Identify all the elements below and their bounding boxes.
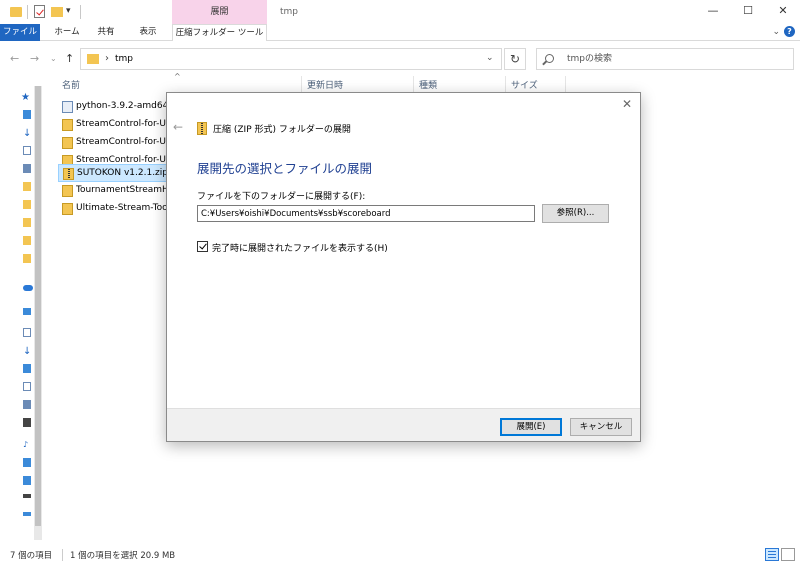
new-folder-icon[interactable] xyxy=(51,7,63,17)
quick-access-dropdown-icon[interactable]: ▾ xyxy=(66,6,71,16)
search-input[interactable] xyxy=(567,52,787,66)
cancel-button[interactable]: キャンセル xyxy=(570,418,632,436)
details-view-button[interactable] xyxy=(765,548,779,561)
folder-icon xyxy=(87,54,99,64)
ribbon-tabs: ファイル ホーム 共有 表示 圧縮フォルダー ツール ⌄ ? xyxy=(0,24,800,41)
back-button[interactable]: ← xyxy=(10,52,19,65)
breadcrumb-separator[interactable]: › xyxy=(105,53,109,64)
forward-button[interactable]: → xyxy=(30,52,39,65)
zip-icon xyxy=(63,168,74,180)
music-icon[interactable]: ♪ xyxy=(23,440,31,449)
pictures-icon[interactable] xyxy=(23,164,31,173)
destination-path-input[interactable] xyxy=(197,205,535,222)
close-button[interactable]: ✕ xyxy=(775,4,791,18)
folder-icon[interactable] xyxy=(23,236,31,245)
download-icon[interactable]: ↓ xyxy=(23,128,31,139)
folder-icon[interactable] xyxy=(23,218,31,227)
address-input[interactable]: › tmp xyxy=(80,48,502,70)
file-row[interactable]: TournamentStreamHel xyxy=(58,182,177,200)
breadcrumb-tmp[interactable]: tmp xyxy=(115,54,133,64)
network-icon[interactable] xyxy=(23,512,31,516)
extract-button[interactable]: 展開(E) xyxy=(500,418,562,436)
folder-icon xyxy=(62,119,73,131)
video-icon[interactable] xyxy=(23,418,31,427)
explorer-window: ▾ 展開 tmp — ☐ ✕ ファイル ホーム 共有 表示 圧縮フォルダー ツー… xyxy=(0,0,800,564)
show-files-checkbox[interactable] xyxy=(197,241,208,252)
folder-icon[interactable] xyxy=(23,182,31,191)
show-files-label[interactable]: 完了時に展開されたファイルを表示する(H) xyxy=(212,241,388,254)
address-dropdown-icon[interactable]: ⌄ xyxy=(486,53,494,63)
folder-icon xyxy=(10,7,22,17)
document-icon[interactable] xyxy=(23,382,31,391)
divider xyxy=(27,5,28,19)
maximize-button[interactable]: ☐ xyxy=(740,4,756,18)
browse-button[interactable]: 参照(R)... xyxy=(542,204,609,223)
title-bar: ▾ 展開 tmp — ☐ ✕ xyxy=(0,0,800,24)
nav-scrollbar-thumb[interactable] xyxy=(35,86,41,526)
desktop-icon[interactable] xyxy=(23,364,31,373)
window-title: tmp xyxy=(280,7,299,17)
download-icon[interactable]: ↓ xyxy=(23,346,31,357)
large-icons-view-button[interactable] xyxy=(781,548,795,561)
address-bar-row: ← → ⌄ ↑ › tmp ⌄ ↻ xyxy=(0,42,800,74)
folder-icon[interactable] xyxy=(23,254,31,263)
tab-home[interactable]: ホーム xyxy=(47,24,87,41)
divider xyxy=(62,549,63,561)
destination-label: ファイルを下のフォルダーに展開する(F): xyxy=(197,192,366,202)
pictures-icon[interactable] xyxy=(23,400,31,409)
folder-icon xyxy=(62,137,73,149)
file-row[interactable]: python-3.9.2-amd64(2 xyxy=(58,98,178,116)
quick-access-star-icon[interactable]: ★ xyxy=(21,92,30,103)
dialog-heading: 展開先の選択とファイルの展開 xyxy=(197,161,373,176)
help-icon[interactable]: ? xyxy=(784,26,795,37)
dialog-title: 圧縮 (ZIP 形式) フォルダーの展開 xyxy=(213,125,351,135)
tab-compressed-folder-tools[interactable]: 圧縮フォルダー ツール xyxy=(172,24,267,41)
tab-view[interactable]: 表示 xyxy=(131,24,165,41)
desktop-icon[interactable] xyxy=(23,110,31,119)
recent-locations-button[interactable]: ⌄ xyxy=(50,54,57,63)
dialog-footer: 展開(E) キャンセル xyxy=(167,408,640,441)
ribbon-expand-icon[interactable]: ⌄ xyxy=(772,27,780,37)
document-icon[interactable] xyxy=(23,146,31,155)
tab-file[interactable]: ファイル xyxy=(0,24,40,41)
details-view-icon xyxy=(768,551,776,558)
search-box[interactable] xyxy=(536,48,794,70)
file-row-selected[interactable]: SUTOKON v1.2.1.zip xyxy=(58,164,170,182)
extract-dialog: ✕ ← 圧縮 (ZIP 形式) フォルダーの展開 展開先の選択とファイルの展開 … xyxy=(166,92,641,442)
status-selection: 1 個の項目を選択 20.9 MB xyxy=(70,551,176,561)
drive-icon[interactable] xyxy=(23,458,31,467)
minimize-button[interactable]: — xyxy=(705,4,721,18)
file-row[interactable]: StreamControl-for-UM xyxy=(58,116,174,134)
drive-icon[interactable] xyxy=(23,476,31,485)
folder-icon xyxy=(62,203,73,215)
folder-icon xyxy=(62,185,73,197)
status-bar: 7 個の項目 1 個の項目を選択 20.9 MB xyxy=(0,546,800,564)
dialog-close-button[interactable]: ✕ xyxy=(622,97,632,111)
file-row[interactable]: StreamControl-for-UM xyxy=(58,134,174,152)
tab-share[interactable]: 共有 xyxy=(90,24,122,41)
3d-objects-icon[interactable] xyxy=(23,328,31,337)
file-row[interactable]: Ultimate-Stream-Tool- xyxy=(58,200,173,218)
folder-icon[interactable] xyxy=(23,200,31,209)
divider xyxy=(80,5,81,19)
python-installer-icon xyxy=(62,101,73,113)
onedrive-icon[interactable] xyxy=(23,285,33,291)
refresh-button[interactable]: ↻ xyxy=(504,48,526,70)
properties-checkmark-icon[interactable] xyxy=(34,5,45,18)
dialog-back-button[interactable]: ← xyxy=(173,120,183,134)
this-pc-icon[interactable] xyxy=(23,308,31,315)
up-button[interactable]: ↑ xyxy=(65,52,74,65)
status-item-count: 7 個の項目 xyxy=(10,551,53,561)
context-tab-extract[interactable]: 展開 xyxy=(172,0,267,24)
search-icon xyxy=(545,54,554,63)
zip-icon xyxy=(197,122,207,135)
drive-icon[interactable] xyxy=(23,494,31,498)
